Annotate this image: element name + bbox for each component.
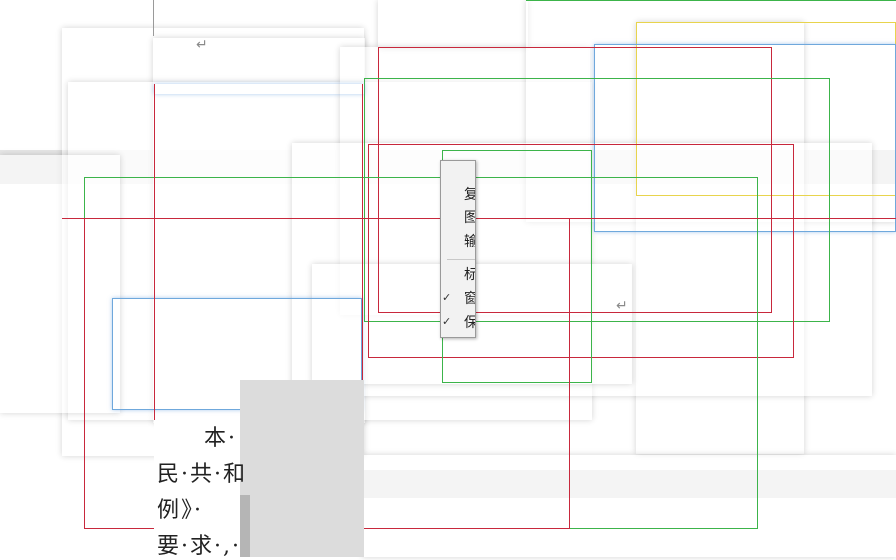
menu-item-label: 输 bbox=[464, 230, 475, 254]
document-line-3: 例》· bbox=[157, 498, 203, 523]
menu-item-label: 窗 bbox=[464, 287, 475, 311]
menu-item-title[interactable]: 标 bbox=[441, 263, 475, 287]
outline-red-doc-left bbox=[154, 84, 156, 424]
menu-item-label: 复 bbox=[464, 183, 475, 207]
menu-item-keep[interactable]: ✓ 保 bbox=[441, 311, 475, 335]
menu-item-copy[interactable]: 复 bbox=[441, 183, 475, 207]
context-menu[interactable]: 复 图 输 标 ✓ 窗 ✓ 保 bbox=[440, 160, 476, 338]
checkmark-icon: ✓ bbox=[442, 315, 452, 328]
menu-item-image[interactable]: 图 bbox=[441, 206, 475, 230]
menu-item-input[interactable]: 输 bbox=[441, 230, 475, 254]
document-line-1: 本· bbox=[204, 426, 237, 451]
menu-item-label: 图 bbox=[464, 206, 475, 230]
outline-green-top bbox=[526, 0, 896, 2]
paragraph-mark-right: ↵ bbox=[616, 298, 628, 314]
document-line-4: 要·求·,· bbox=[157, 534, 241, 559]
menu-item-label: 保 bbox=[464, 311, 475, 335]
outline-blue-doc bbox=[154, 84, 364, 94]
outline-red-wide bbox=[62, 218, 896, 220]
ghost-window-upper bbox=[378, 0, 528, 48]
side-panel-shade bbox=[240, 495, 250, 557]
side-panel bbox=[240, 380, 364, 557]
outline-red-doc-right bbox=[362, 84, 364, 424]
menu-item-window[interactable]: ✓ 窗 bbox=[441, 287, 475, 311]
ruler-line bbox=[153, 0, 154, 36]
menu-item-label: 标 bbox=[464, 263, 475, 287]
menu-separator bbox=[447, 259, 475, 260]
paragraph-mark-top: ↵ bbox=[196, 37, 208, 53]
checkmark-icon: ✓ bbox=[442, 291, 452, 304]
document-line-2: 民·共·和 bbox=[157, 462, 247, 487]
